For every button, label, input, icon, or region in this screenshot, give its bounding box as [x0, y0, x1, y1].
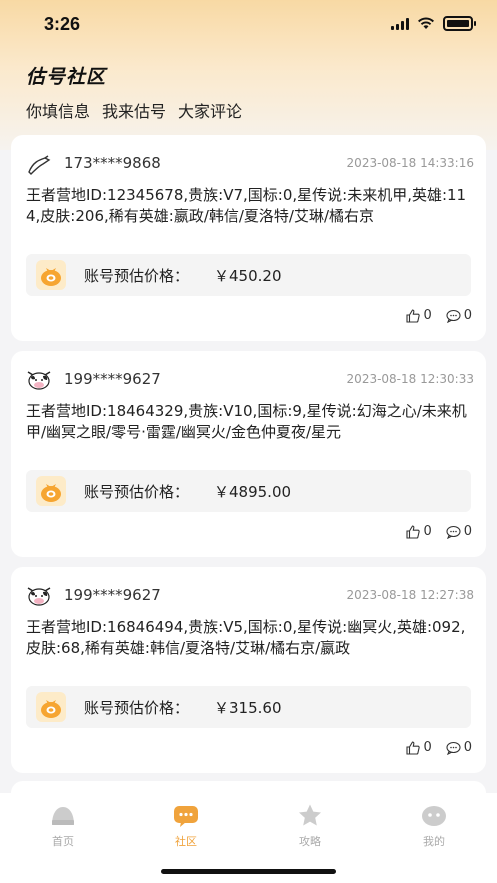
post-time: 2023-08-18 12:30:33: [346, 372, 474, 386]
post-time: 2023-08-18 14:33:16: [346, 156, 474, 170]
avatar[interactable]: [25, 582, 53, 610]
home-icon: [52, 807, 74, 825]
post-card[interactable]: 199****9627 2023-08-18 12:27:38 王者营地ID:1…: [11, 567, 486, 773]
post-time: 2023-08-18 12:27:38: [346, 588, 474, 602]
comment-button[interactable]: 0: [446, 308, 472, 323]
money-bag-icon: [36, 692, 66, 722]
comment-count: 0: [463, 740, 472, 755]
tab-comments[interactable]: 大家评论: [178, 98, 242, 122]
page-title: 估号社区: [26, 66, 107, 88]
tabbar-label: 社区: [175, 835, 197, 848]
post-card[interactable]: 199****9627 2023-08-18 12:30:33 王者营地ID:1…: [11, 351, 486, 557]
like-button[interactable]: 0: [406, 308, 432, 323]
post-phone: 173****9868: [64, 154, 161, 172]
post-stats: 0 0: [406, 308, 472, 323]
price-value: ￥315.60: [214, 699, 282, 717]
post-feed: 173****9868 2023-08-18 14:33:16 王者营地ID:1…: [11, 135, 486, 783]
tab-fill-info[interactable]: 你填信息: [26, 98, 90, 122]
like-button[interactable]: 0: [406, 740, 432, 755]
comment-count: 0: [463, 308, 472, 323]
thumb-up-icon: [406, 308, 421, 323]
header-tabs: 你填信息 我来估号 大家评论: [26, 98, 242, 122]
avatar[interactable]: [25, 150, 53, 178]
signal-icon: [391, 17, 409, 30]
tabbar-item-home[interactable]: 首页: [33, 803, 93, 849]
chat-bubble-icon: [174, 806, 198, 827]
price-box: 账号预估价格： ￥450.20: [26, 254, 471, 296]
profile-icon: [422, 806, 446, 826]
home-indicator[interactable]: [161, 869, 336, 874]
like-count: 0: [423, 308, 432, 323]
star-icon: [299, 804, 321, 826]
thumb-up-icon: [406, 740, 421, 755]
wifi-icon: [418, 17, 434, 29]
battery-icon: [443, 16, 476, 31]
price-label: 账号预估价格：: [84, 483, 190, 501]
post-stats: 0 0: [406, 524, 472, 539]
tab-estimate[interactable]: 我来估号: [102, 98, 166, 122]
tabbar-item-profile[interactable]: 我的: [404, 803, 464, 849]
like-count: 0: [423, 524, 432, 539]
price-value: ￥450.20: [214, 267, 282, 285]
comment-icon: [446, 525, 461, 539]
avatar-cow-icon: [27, 371, 51, 390]
like-button[interactable]: 0: [406, 524, 432, 539]
money-bag-icon: [36, 476, 66, 506]
avatar-cow-icon: [27, 587, 51, 606]
status-icons: [391, 16, 476, 31]
money-bag-icon: [36, 260, 66, 290]
post-info: 王者营地ID:18464329,贵族:V10,国标:9,星传说:幻海之心/未来机…: [26, 402, 467, 441]
post-info: 王者营地ID:16846494,贵族:V5,国标:0,星传说:幽冥火,英雄:09…: [26, 618, 466, 657]
post-info: 王者营地ID:12345678,贵族:V7,国标:0,星传说:未来机甲,英雄:1…: [26, 186, 467, 225]
price-label: 账号预估价格：: [84, 267, 190, 285]
comment-icon: [446, 741, 461, 755]
post-phone: 199****9627: [64, 370, 161, 388]
tabbar-label: 攻略: [299, 835, 321, 848]
price-value: ￥4895.00: [214, 483, 292, 501]
avatar-sketch-icon: [28, 155, 51, 175]
tabbar-label: 我的: [423, 835, 445, 848]
tabbar-item-community[interactable]: 社区: [156, 803, 216, 849]
post-card[interactable]: 173****9868 2023-08-18 14:33:16 王者营地ID:1…: [11, 135, 486, 341]
status-bar: 3:26: [0, 0, 497, 50]
like-count: 0: [423, 740, 432, 755]
price-box: 账号预估价格： ￥4895.00: [26, 470, 471, 512]
status-time: 3:26: [44, 14, 81, 34]
comment-button[interactable]: 0: [446, 524, 472, 539]
comment-count: 0: [463, 524, 472, 539]
avatar[interactable]: [25, 366, 53, 394]
tabbar-item-guide[interactable]: 攻略: [280, 803, 340, 849]
post-stats: 0 0: [406, 740, 472, 755]
thumb-up-icon: [406, 524, 421, 539]
comment-button[interactable]: 0: [446, 740, 472, 755]
price-box: 账号预估价格： ￥315.60: [26, 686, 471, 728]
comment-icon: [446, 309, 461, 323]
price-label: 账号预估价格：: [84, 699, 190, 717]
post-phone: 199****9627: [64, 586, 161, 604]
tabbar-label: 首页: [52, 835, 74, 848]
